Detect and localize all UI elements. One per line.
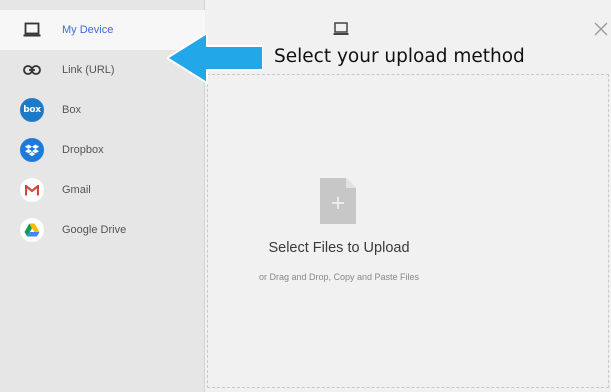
annotation-headline: Select your upload method bbox=[274, 46, 525, 67]
link-icon bbox=[20, 58, 44, 82]
sidebar-item-label: Dropbox bbox=[62, 144, 104, 156]
sidebar-item-label: My Device bbox=[62, 24, 114, 36]
sidebar-item-label: Gmail bbox=[62, 184, 91, 196]
laptop-icon bbox=[20, 18, 44, 42]
dropbox-icon bbox=[20, 138, 44, 162]
gmail-icon bbox=[20, 178, 44, 202]
google-drive-icon bbox=[20, 218, 44, 242]
box-icon: box bbox=[20, 98, 44, 122]
arrow-left-icon bbox=[165, 31, 264, 85]
sidebar-item-gmail[interactable]: Gmail bbox=[0, 170, 205, 210]
laptop-icon bbox=[333, 22, 349, 36]
file-add-icon[interactable] bbox=[320, 178, 356, 224]
file-drop-zone[interactable] bbox=[207, 74, 609, 388]
sidebar-item-label: Link (URL) bbox=[62, 64, 115, 76]
close-icon[interactable] bbox=[594, 22, 608, 36]
sidebar-item-label: Google Drive bbox=[62, 224, 127, 236]
select-files-title[interactable]: Select Files to Upload bbox=[207, 240, 471, 256]
sidebar-item-label: Box bbox=[62, 104, 81, 116]
sidebar-item-dropbox[interactable]: Dropbox bbox=[0, 130, 205, 170]
drag-drop-hint: or Drag and Drop, Copy and Paste Files bbox=[258, 272, 420, 282]
box-logo: box bbox=[20, 98, 44, 122]
sidebar-item-box[interactable]: box Box bbox=[0, 90, 205, 130]
sidebar-item-google-drive[interactable]: Google Drive bbox=[0, 210, 205, 250]
